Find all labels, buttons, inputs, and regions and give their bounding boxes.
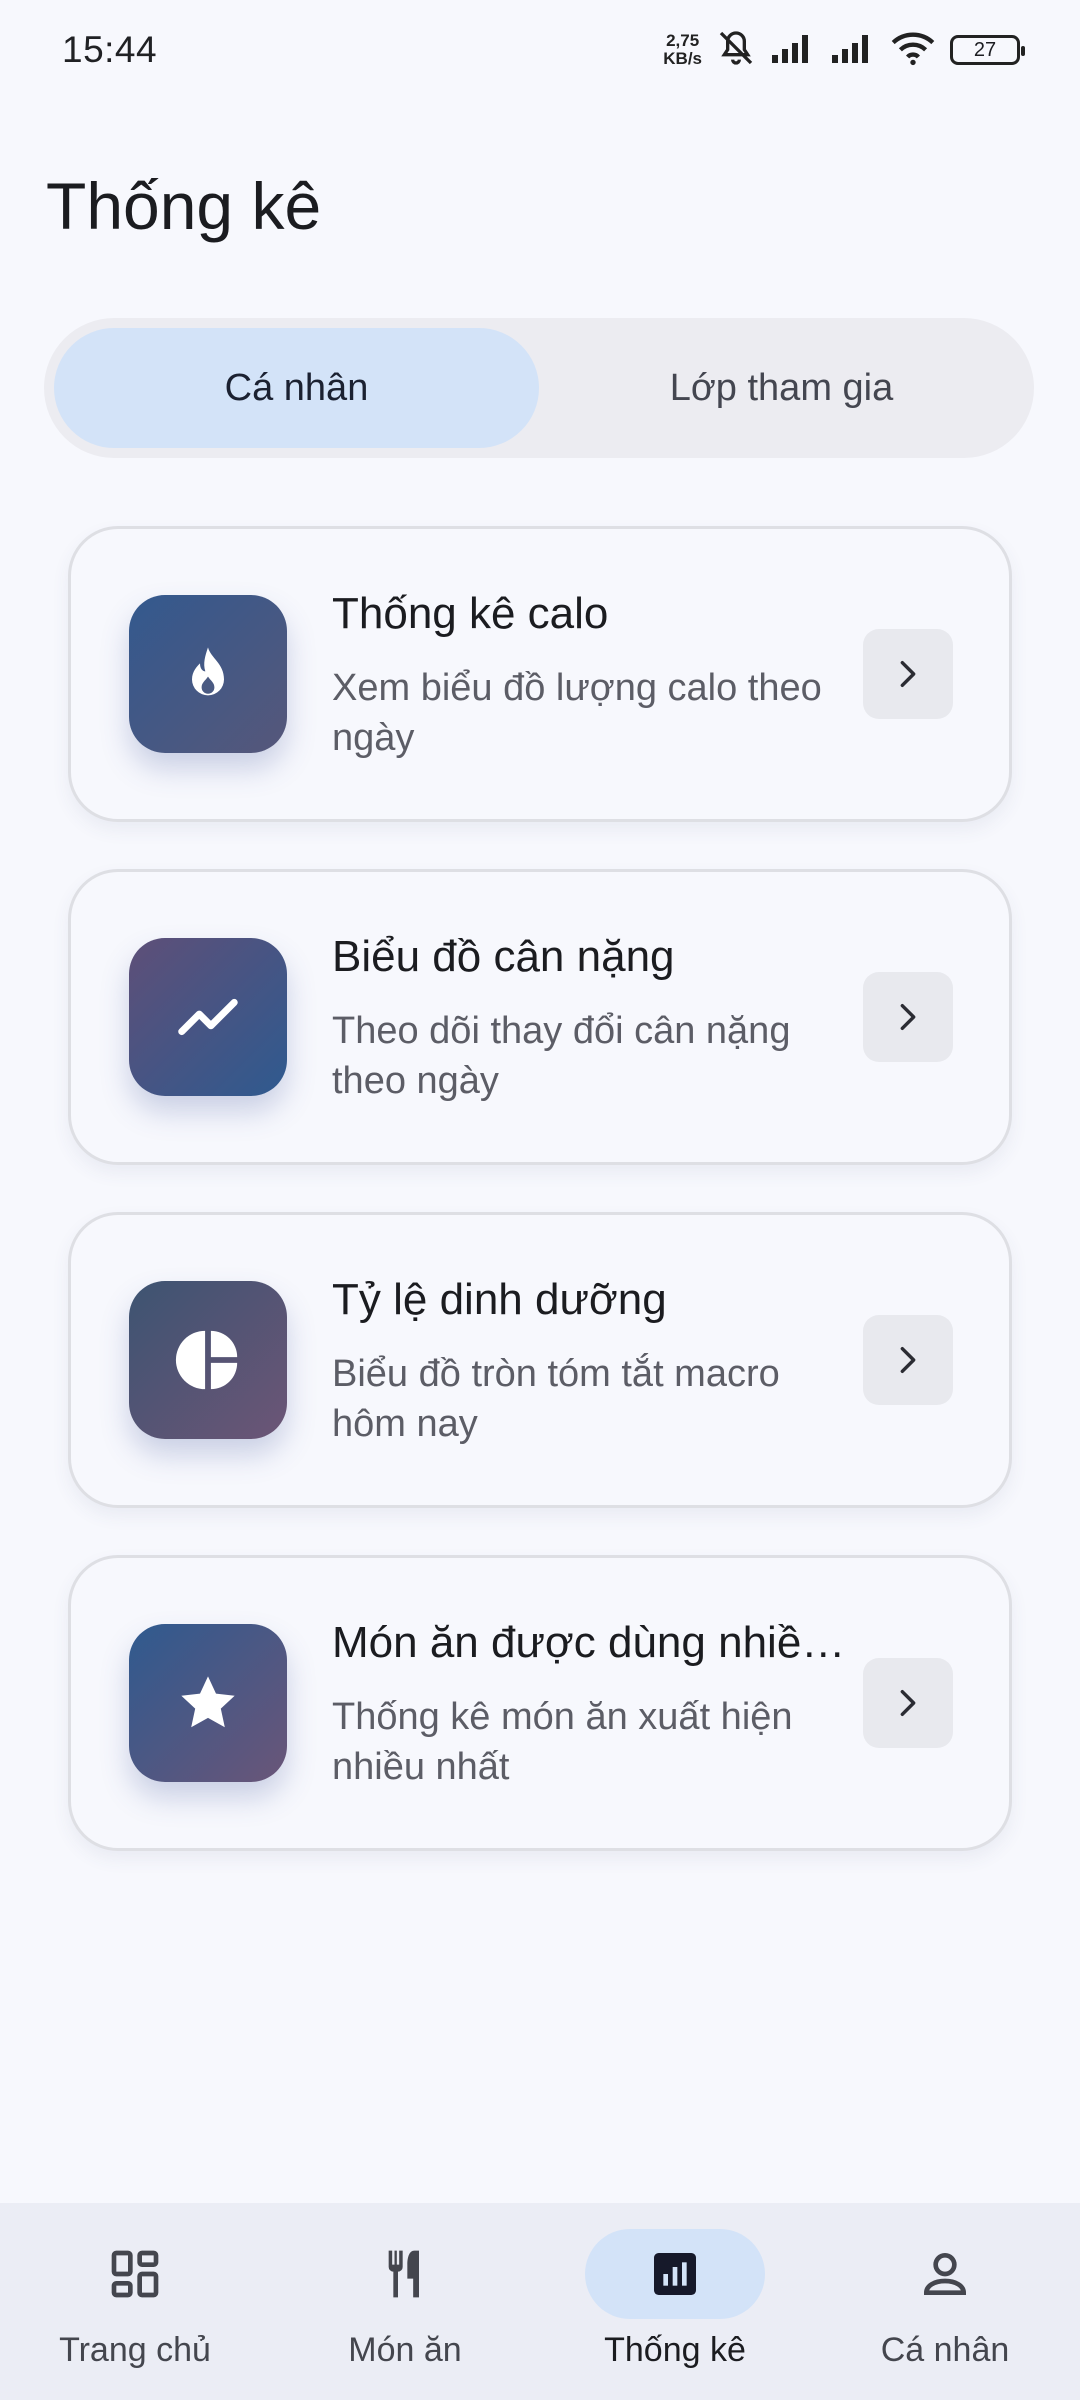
page-title: Thống kê [46,169,322,243]
network-speed-unit: KB/s [663,49,702,68]
nav-label: Cá nhân [880,2331,1010,2369]
card-description: Theo dõi thay đổi cân nặng theo ngày [332,1010,791,1102]
nav-label: Trang chủ [59,2331,211,2369]
bar-chart-icon [585,2229,765,2319]
network-speed-value: 2,75 [666,31,700,50]
person-icon [855,2229,1035,2319]
segment-control: Cá nhân Lớp tham gia [44,318,1034,458]
card-calorie-stats[interactable]: Thống kê calo Xem biểu đồ lượng calo the… [68,526,1012,822]
battery-level: 27 [973,38,997,61]
network-speed: 2,75 KB/s [663,32,702,68]
card-title: Tỷ lệ dinh dưỡng [332,1275,667,1324]
status-icons: 2,75 KB/s 27 [663,28,1025,73]
card-weight-chart[interactable]: Biểu đồ cân nặng Theo dõi thay đổi cân n… [68,869,1012,1165]
chevron-right-icon[interactable] [863,1658,953,1748]
card-description: Thống kê món ăn xuất hiện nhiều nhất [332,1696,793,1788]
flame-icon [129,595,287,753]
tab-joined-classes[interactable]: Lớp tham gia [539,328,1024,448]
mute-bell-icon [716,28,756,73]
signal-icon [770,31,816,70]
battery-icon: 27 [950,35,1025,65]
nav-item-home[interactable]: Trang chủ [0,2203,270,2400]
nav-label: Thống kê [604,2331,746,2369]
status-bar: 15:44 2,75 KB/s 27 [0,0,1080,100]
nav-label: Món ăn [348,2331,462,2369]
chevron-right-icon[interactable] [863,1315,953,1405]
bottom-nav: Trang chủ Món ăn Thống kê Cá nhân [0,2203,1080,2400]
trend-up-icon [129,938,287,1096]
card-title: Biểu đồ cân nặng [332,932,675,981]
wifi-icon [890,30,936,71]
card-nutrition-ratio[interactable]: Tỷ lệ dinh dưỡng Biểu đồ tròn tóm tắt ma… [68,1212,1012,1508]
card-description: Biểu đồ tròn tóm tắt macro hôm nay [332,1353,780,1445]
tab-personal[interactable]: Cá nhân [54,328,539,448]
card-top-dishes[interactable]: Món ăn được dùng nhiều nhất Thống kê món… [68,1555,1012,1851]
status-time: 15:44 [62,29,158,70]
star-icon [129,1624,287,1782]
nav-item-profile[interactable]: Cá nhân [810,2203,1080,2400]
chevron-right-icon[interactable] [863,972,953,1062]
dashboard-icon [45,2229,225,2319]
chevron-right-icon[interactable] [863,629,953,719]
card-title: Thống kê calo [332,589,609,638]
nav-item-dishes[interactable]: Món ăn [270,2203,540,2400]
nav-item-statistics[interactable]: Thống kê [540,2203,810,2400]
signal-icon [830,31,876,70]
pie-chart-icon [129,1281,287,1439]
card-description: Xem biểu đồ lượng calo theo ngày [332,667,822,759]
card-title: Món ăn được dùng nhiều nhất [332,1618,852,1667]
utensils-icon [315,2229,495,2319]
